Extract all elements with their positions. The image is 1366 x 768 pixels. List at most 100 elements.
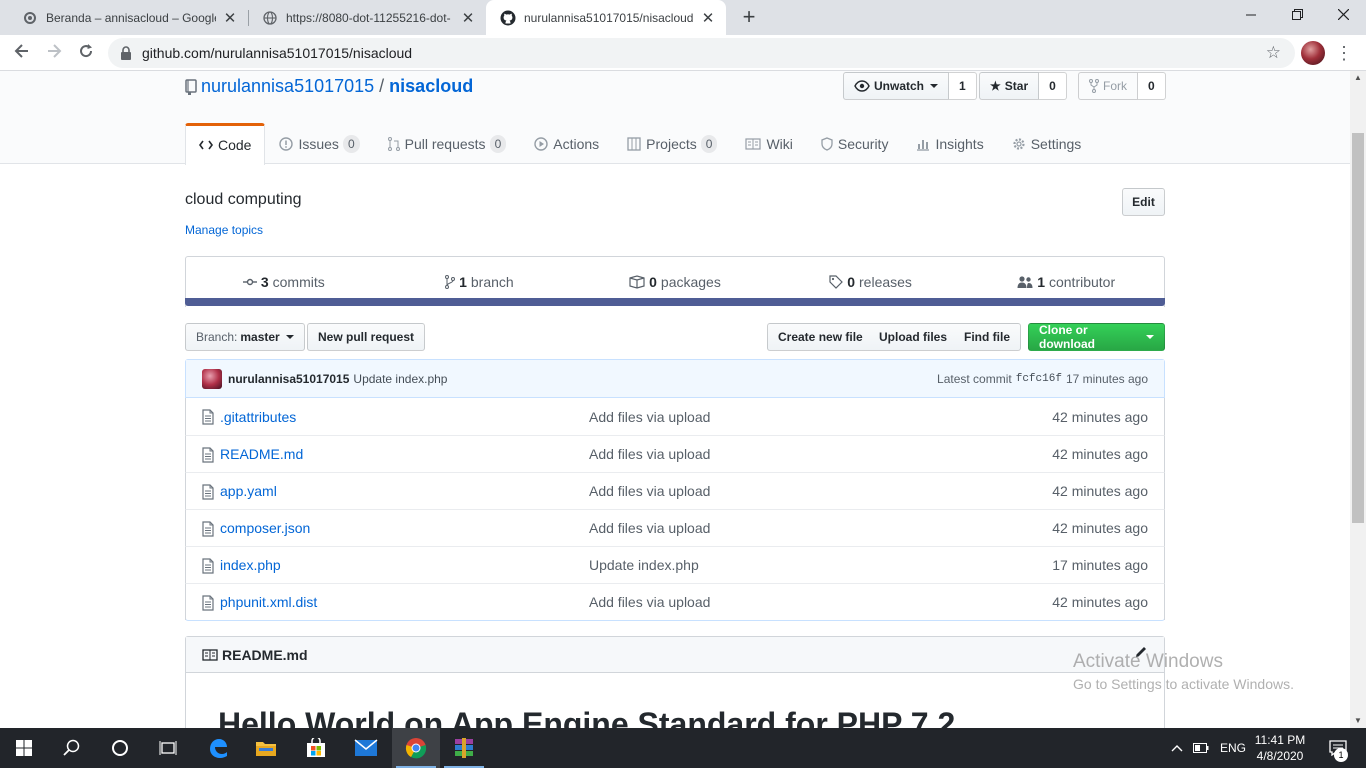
windows-start-icon[interactable] [0, 728, 48, 768]
file-icon [202, 595, 214, 611]
file-commit-message-link[interactable]: Add files via upload [589, 594, 710, 610]
gear-icon [1012, 137, 1026, 151]
tab-pull-requests[interactable]: Pull requests 0 [374, 123, 521, 164]
repo-nav: Code Issues 0 Pull requests 0 Actions Pr… [185, 123, 1096, 165]
file-commit-message-link[interactable]: Add files via upload [589, 483, 710, 499]
tab-wiki[interactable]: Wiki [731, 123, 806, 164]
new-pull-request-button[interactable]: New pull request [307, 323, 426, 351]
file-commit-message-link[interactable]: Add files via upload [589, 446, 710, 462]
clone-label: Clone or download [1039, 323, 1095, 351]
tab-security[interactable]: Security [807, 123, 903, 164]
commit-sha-link[interactable]: fcfc16f [1016, 373, 1062, 385]
fork-count[interactable]: 0 [1138, 72, 1166, 100]
readme-header: README.md [186, 637, 1164, 673]
battery-icon[interactable] [1188, 743, 1214, 753]
reload-icon[interactable] [73, 40, 99, 66]
graph-icon [916, 137, 930, 151]
tab-close-icon[interactable]: ✕ [700, 9, 716, 27]
file-icon [202, 484, 214, 500]
fork-label: Fork [1103, 79, 1127, 93]
find-file-button[interactable]: Find file [954, 323, 1021, 351]
back-arrow-icon[interactable] [9, 40, 35, 66]
create-new-file-button[interactable]: Create new file [767, 323, 874, 351]
restore-window-icon[interactable] [1274, 0, 1320, 30]
tab-wiki-label: Wiki [766, 136, 793, 152]
file-name-link[interactable]: .gitattributes [220, 409, 296, 425]
store-icon[interactable] [292, 728, 340, 768]
browser-menu-icon[interactable]: ⋮ [1335, 40, 1353, 66]
fork-button[interactable]: Fork [1078, 72, 1138, 100]
fork-group: Fork 0 [1078, 72, 1166, 100]
address-bar[interactable]: github.com/nurulannisa51017015/nisacloud… [108, 38, 1295, 68]
language-bar[interactable] [185, 298, 1165, 306]
tab-settings[interactable]: Settings [998, 123, 1096, 164]
file-name-link[interactable]: phpunit.xml.dist [220, 594, 317, 610]
forward-arrow-icon[interactable] [41, 40, 67, 66]
clone-or-download-button[interactable]: Clone or download [1028, 323, 1165, 351]
close-window-icon[interactable] [1320, 0, 1366, 30]
branch-select-button[interactable]: Branch: master [185, 323, 305, 351]
unwatch-button[interactable]: Unwatch [843, 72, 950, 100]
minimize-window-icon[interactable] [1228, 0, 1274, 30]
tab-issues[interactable]: Issues 0 [265, 123, 373, 164]
winrar-icon[interactable] [440, 728, 488, 768]
page-scrollbar[interactable]: ▲ ▼ [1350, 71, 1366, 728]
mail-icon[interactable] [342, 728, 390, 768]
input-language[interactable]: ENG [1220, 741, 1246, 755]
manage-topics-link[interactable]: Manage topics [185, 223, 263, 237]
file-name-link[interactable]: app.yaml [220, 483, 277, 499]
branch-count: 1 [459, 274, 467, 290]
bookmark-star-icon[interactable]: ☆ [1266, 43, 1281, 63]
upload-files-button[interactable]: Upload files [869, 323, 959, 351]
tab-actions[interactable]: Actions [520, 123, 613, 164]
search-icon[interactable] [48, 728, 96, 768]
commit-author-link[interactable]: nurulannisa51017015 [228, 372, 349, 386]
profile-avatar[interactable] [1301, 41, 1325, 65]
notification-count-badge: 1 [1334, 748, 1348, 762]
table-row: app.yaml Add files via upload 42 minutes a… [185, 472, 1165, 509]
tab-close-icon[interactable]: ✕ [222, 9, 238, 27]
browser-tab[interactable]: https://8080-dot-11255216-dot- ✕ [248, 0, 486, 35]
browser-tab-active[interactable]: nurulannisa51017015/nisacloud: ✕ [486, 0, 726, 35]
repo-name-link[interactable]: nisacloud [389, 76, 473, 97]
avatar[interactable] [202, 368, 222, 389]
clock-date: 4/8/2020 [1256, 749, 1304, 763]
file-explorer-icon[interactable] [242, 728, 290, 768]
readme-title: README.md [222, 646, 308, 663]
chevron-up-icon[interactable] [1166, 744, 1188, 752]
scroll-down-icon[interactable]: ▼ [1350, 714, 1366, 728]
star-count[interactable]: 0 [1039, 72, 1067, 100]
task-view-icon[interactable] [144, 728, 192, 768]
new-tab-button[interactable]: + [737, 4, 761, 30]
globe-icon [262, 10, 278, 26]
watch-count[interactable]: 1 [949, 72, 977, 100]
repo-title: nurulannisa51017015 / nisacloud [185, 76, 473, 97]
tab-insights[interactable]: Insights [902, 123, 997, 164]
file-commit-message-link[interactable]: Add files via upload [589, 520, 710, 536]
unwatch-label: Unwatch [874, 79, 925, 93]
edit-description-button[interactable]: Edit [1122, 188, 1165, 216]
file-commit-message-link[interactable]: Update index.php [589, 557, 699, 573]
tab-close-icon[interactable]: ✕ [460, 9, 476, 27]
cortana-icon[interactable] [96, 728, 144, 768]
edge-icon[interactable] [194, 728, 242, 768]
file-name-link[interactable]: README.md [220, 446, 303, 462]
contributors-label: contributor [1048, 274, 1116, 290]
repo-owner-link[interactable]: nurulannisa51017015 [201, 76, 374, 97]
latest-commit-prefix: Latest commit [937, 372, 1012, 386]
star-button[interactable]: ★ Star [979, 72, 1040, 100]
file-name-link[interactable]: composer.json [220, 520, 310, 536]
tab-insights-label: Insights [935, 136, 984, 152]
tab-projects[interactable]: Projects 0 [613, 123, 731, 164]
chrome-icon[interactable] [392, 728, 440, 768]
tab-code[interactable]: Code [185, 123, 266, 165]
file-name-link[interactable]: index.php [220, 557, 281, 573]
file-commit-message-link[interactable]: Add files via upload [589, 409, 710, 425]
readme-heading: Hello World on App Engine Standard for P… [218, 706, 956, 728]
browser-tab[interactable]: Beranda – annisacloud – Google ✕ [8, 0, 248, 35]
file-icon [202, 558, 214, 574]
scroll-up-icon[interactable]: ▲ [1350, 71, 1366, 85]
taskbar-clock[interactable]: 11:41 PM 4/8/2020 [1248, 732, 1312, 764]
commit-message-link[interactable]: Update index.php [353, 372, 447, 386]
scrollbar-thumb[interactable] [1352, 133, 1364, 523]
